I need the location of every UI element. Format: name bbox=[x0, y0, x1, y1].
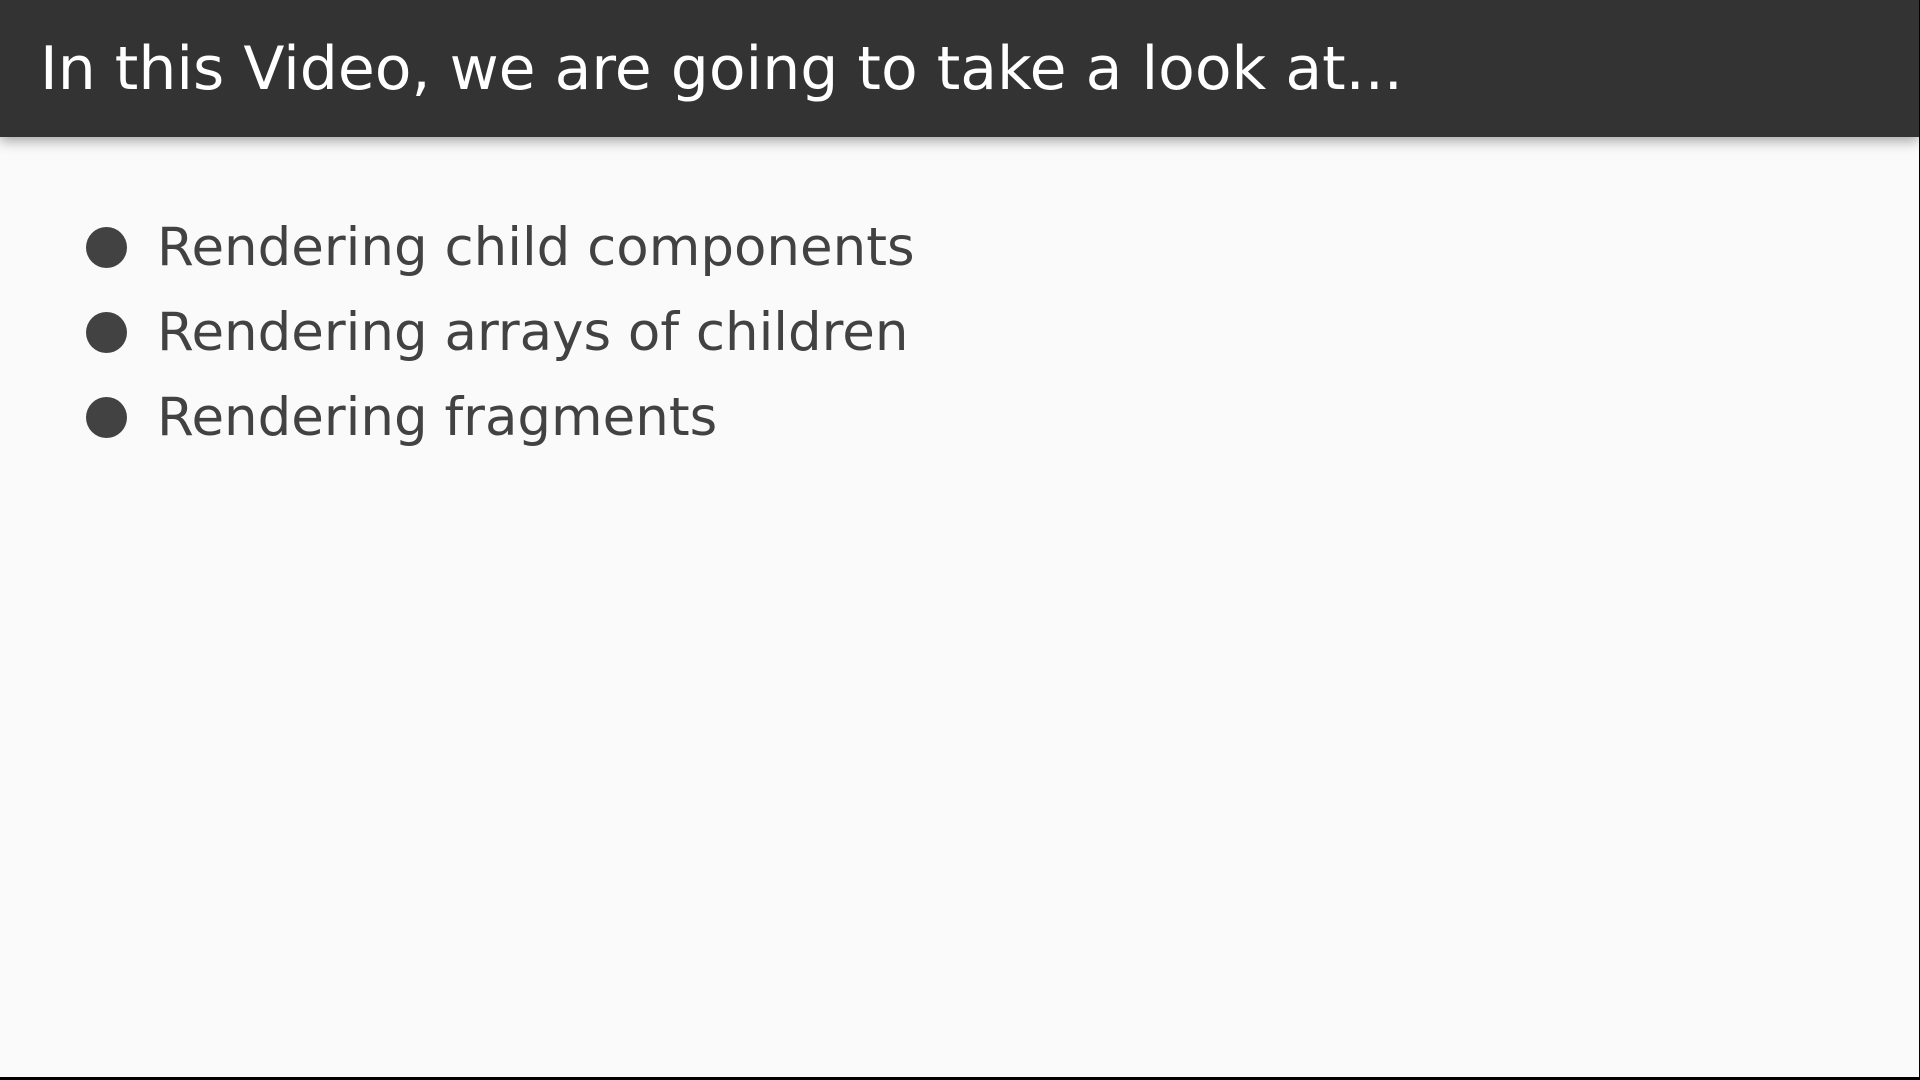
bullet-list: Rendering child components Rendering arr… bbox=[86, 205, 915, 460]
bullet-label: Rendering arrays of children bbox=[157, 301, 909, 363]
bullet-dot-icon bbox=[86, 397, 127, 438]
bullet-label: Rendering fragments bbox=[157, 386, 718, 448]
bullet-item: Rendering arrays of children bbox=[86, 290, 915, 375]
bullet-dot-icon bbox=[86, 227, 127, 268]
bullet-label: Rendering child components bbox=[157, 216, 915, 278]
title-bar: In this Video, we are going to take a lo… bbox=[0, 0, 1919, 137]
slide: In this Video, we are going to take a lo… bbox=[0, 0, 1919, 1077]
bullet-item: Rendering fragments bbox=[86, 375, 915, 460]
bullet-dot-icon bbox=[86, 312, 127, 353]
slide-title: In this Video, we are going to take a lo… bbox=[40, 34, 1403, 104]
bullet-item: Rendering child components bbox=[86, 205, 915, 290]
